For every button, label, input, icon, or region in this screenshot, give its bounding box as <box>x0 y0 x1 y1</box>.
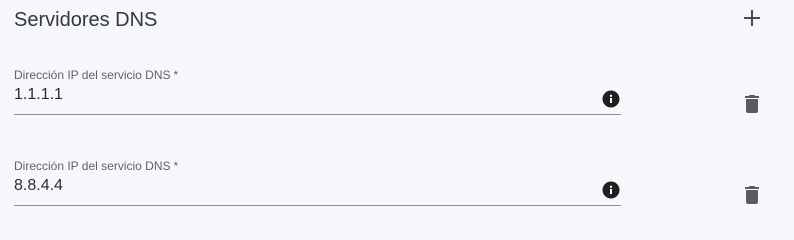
dns-server-label: Dirección IP del servicio DNS * <box>14 68 179 82</box>
section-title: Servidores DNS <box>14 9 158 31</box>
info-icon[interactable] <box>602 181 620 199</box>
input-underline <box>14 205 621 206</box>
dns-servers-section: Servidores DNS Dirección IP del servicio… <box>0 0 794 230</box>
info-icon[interactable] <box>602 90 620 108</box>
dns-server-ip-input[interactable] <box>14 82 594 108</box>
dns-server-ip-input[interactable] <box>14 173 594 199</box>
trash-icon <box>745 186 759 204</box>
plus-icon <box>744 10 760 26</box>
dns-server-label: Dirección IP del servicio DNS * <box>14 159 179 173</box>
trash-icon <box>745 95 759 113</box>
add-dns-server-button[interactable] <box>738 4 766 32</box>
dns-server-field: Dirección IP del servicio DNS * <box>14 68 621 116</box>
delete-dns-server-button[interactable] <box>740 92 764 116</box>
dns-server-field: Dirección IP del servicio DNS * <box>14 159 621 207</box>
input-underline <box>14 114 621 115</box>
delete-dns-server-button[interactable] <box>740 183 764 207</box>
